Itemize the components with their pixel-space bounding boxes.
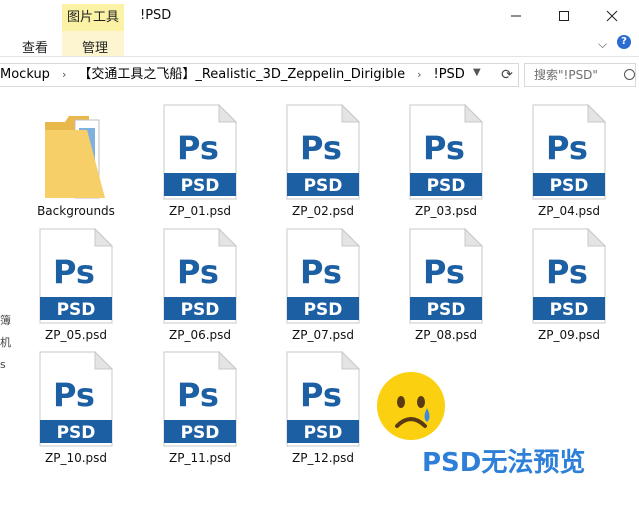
crying-face-icon xyxy=(395,396,430,428)
file-name: ZP_05.psd xyxy=(44,328,108,342)
svg-text:Ps: Ps xyxy=(53,253,95,291)
svg-text:PSD: PSD xyxy=(427,300,466,320)
tab-view[interactable]: 查看 xyxy=(22,37,48,56)
svg-text:Ps: Ps xyxy=(546,253,588,291)
breadcrumb-separator-icon[interactable]: › xyxy=(417,68,421,81)
svg-text:PSD: PSD xyxy=(427,176,466,196)
maximize-button[interactable] xyxy=(541,0,587,31)
psd-file-icon: Ps PSD xyxy=(532,104,606,200)
svg-text:PSD: PSD xyxy=(550,176,589,196)
svg-text:Ps: Ps xyxy=(300,253,342,291)
file-item-psd[interactable]: Ps PSD ZP_07.psd xyxy=(273,228,373,348)
address-history-dropdown-icon[interactable]: ▼ xyxy=(473,67,481,78)
folder-icon xyxy=(45,116,105,199)
refresh-icon[interactable]: ⟳ xyxy=(495,64,519,86)
ribbon-divider xyxy=(0,56,639,57)
file-name: ZP_03.psd xyxy=(414,204,478,218)
psd-file-icon: Ps PSD xyxy=(39,351,113,447)
svg-text:Ps: Ps xyxy=(177,129,219,167)
file-item-folder[interactable]: Backgrounds xyxy=(26,104,126,224)
ribbon-expand-chevron-icon[interactable]: ⌵ xyxy=(598,37,607,52)
search-icon[interactable] xyxy=(624,69,635,80)
file-name: ZP_01.psd xyxy=(168,204,232,218)
svg-text:PSD: PSD xyxy=(181,300,220,320)
svg-text:Ps: Ps xyxy=(546,129,588,167)
file-name: Backgrounds xyxy=(37,204,115,218)
nav-pane-text[interactable]: s xyxy=(0,354,11,376)
window-title: !PSD xyxy=(140,8,172,23)
file-item-psd[interactable]: Ps PSD ZP_08.psd xyxy=(396,228,496,348)
svg-text:PSD: PSD xyxy=(304,300,343,320)
minimize-button[interactable] xyxy=(493,0,539,31)
minimize-icon xyxy=(511,15,521,16)
psd-file-icon: Ps PSD xyxy=(409,104,483,200)
file-name: ZP_06.psd xyxy=(168,328,232,342)
psd-file-icon: Ps PSD xyxy=(286,351,360,447)
picture-tools-tab-group: 图片工具 xyxy=(62,4,124,31)
svg-text:PSD: PSD xyxy=(304,176,343,196)
file-item-psd[interactable]: Ps PSD ZP_02.psd xyxy=(273,104,373,224)
nav-pane-text[interactable]: 簿 xyxy=(0,310,11,332)
close-icon xyxy=(606,10,618,21)
close-button[interactable] xyxy=(589,0,635,31)
file-name: ZP_08.psd xyxy=(414,328,478,342)
svg-text:Ps: Ps xyxy=(423,129,465,167)
svg-text:PSD: PSD xyxy=(181,423,220,443)
file-item-psd[interactable]: Ps PSD ZP_05.psd xyxy=(26,228,126,348)
psd-file-icon: Ps PSD xyxy=(532,228,606,324)
psd-file-icon: Ps PSD xyxy=(409,228,483,324)
file-name: ZP_09.psd xyxy=(537,328,601,342)
svg-text:PSD: PSD xyxy=(304,423,343,443)
psd-file-icon: Ps PSD xyxy=(286,228,360,324)
psd-file-icon: Ps PSD xyxy=(163,104,237,200)
svg-text:Ps: Ps xyxy=(177,253,219,291)
file-name: ZP_11.psd xyxy=(168,451,232,465)
file-item-psd[interactable]: Ps PSD ZP_11.psd xyxy=(150,351,250,471)
breadcrumb-separator-icon[interactable]: › xyxy=(62,68,66,81)
file-name: ZP_12.psd xyxy=(291,451,355,465)
psd-file-icon: Ps PSD xyxy=(286,104,360,200)
breadcrumb-mockup[interactable]: Mockup xyxy=(0,67,50,82)
svg-text:PSD: PSD xyxy=(550,300,589,320)
svg-text:Ps: Ps xyxy=(53,376,95,414)
help-icon[interactable]: ? xyxy=(617,35,631,49)
navigation-pane-sliver: 簿 机 s xyxy=(0,310,11,376)
breadcrumb-zeppelin[interactable]: 【交通工具之飞船】_Realistic_3D_Zeppelin_Dirigibl… xyxy=(78,67,405,82)
crying-face-emoji-icon xyxy=(377,372,445,440)
svg-text:Ps: Ps xyxy=(177,376,219,414)
svg-text:PSD: PSD xyxy=(57,423,96,443)
file-name: ZP_02.psd xyxy=(291,204,355,218)
svg-text:Ps: Ps xyxy=(423,253,465,291)
file-name: ZP_04.psd xyxy=(537,204,601,218)
file-item-psd[interactable]: Ps PSD ZP_09.psd xyxy=(519,228,619,348)
file-item-psd[interactable]: Ps PSD ZP_06.psd xyxy=(150,228,250,348)
file-name: ZP_10.psd xyxy=(44,451,108,465)
breadcrumb-psd[interactable]: !PSD xyxy=(433,67,464,82)
address-bar[interactable]: Mockup › 【交通工具之飞船】_Realistic_3D_Zeppelin_D… xyxy=(0,63,519,87)
file-item-psd[interactable]: Ps PSD ZP_10.psd xyxy=(26,351,126,471)
file-item-psd[interactable]: Ps PSD ZP_12.psd xyxy=(273,351,373,471)
svg-text:Ps: Ps xyxy=(300,129,342,167)
nav-pane-text[interactable]: 机 xyxy=(0,332,11,354)
maximize-icon xyxy=(559,10,569,21)
watermark-text: PSD无法预览 xyxy=(422,448,586,478)
psd-file-icon: Ps PSD xyxy=(163,228,237,324)
search-input[interactable]: 搜索"!PSD" xyxy=(524,63,636,87)
tab-manage[interactable]: 管理 xyxy=(82,37,108,56)
file-item-psd[interactable]: Ps PSD ZP_03.psd xyxy=(396,104,496,224)
file-item-psd[interactable]: Ps PSD ZP_01.psd xyxy=(150,104,250,224)
psd-file-icon: Ps PSD xyxy=(163,351,237,447)
svg-text:PSD: PSD xyxy=(181,176,220,196)
svg-text:PSD: PSD xyxy=(57,300,96,320)
svg-text:Ps: Ps xyxy=(300,376,342,414)
file-name: ZP_07.psd xyxy=(291,328,355,342)
file-item-psd[interactable]: Ps PSD ZP_04.psd xyxy=(519,104,619,224)
psd-file-icon: Ps PSD xyxy=(39,228,113,324)
